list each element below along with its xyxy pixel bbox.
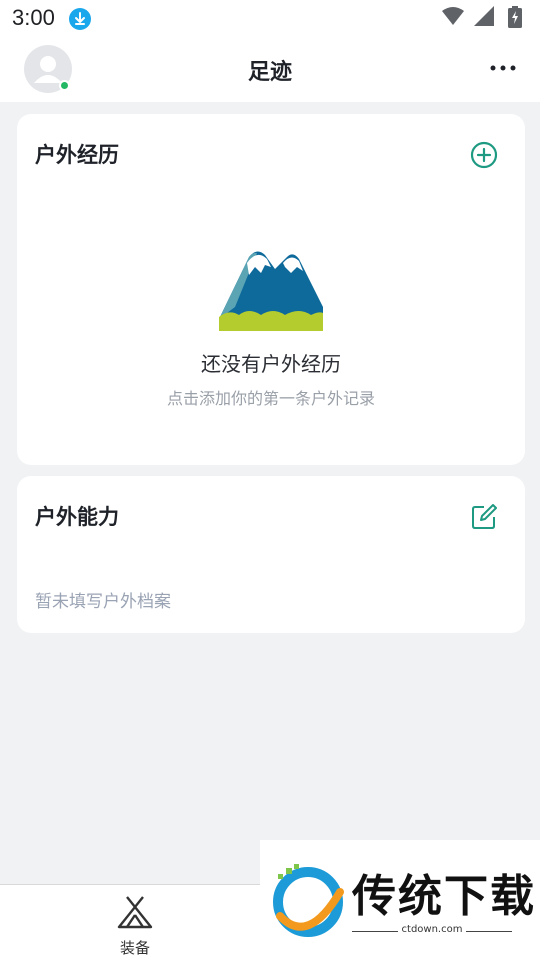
watermark-logo bbox=[273, 864, 344, 937]
ability-card-title: 户外能力 bbox=[35, 505, 119, 529]
app-header: 足迹 bbox=[0, 38, 540, 102]
watermark-divider-right bbox=[466, 931, 512, 932]
nav-item-label: 装备 bbox=[119, 939, 150, 957]
page-title: 足迹 bbox=[247, 60, 292, 85]
watermark-text: 传统下载 bbox=[352, 871, 536, 922]
outdoor-ability-card: 户外能力 暂未填写户外档案 bbox=[17, 476, 525, 633]
signal-icon bbox=[474, 6, 494, 26]
empty-experience-subtitle: 点击添加你的第一条户外记录 bbox=[166, 389, 375, 408]
empty-experience-title: 还没有户外经历 bbox=[201, 352, 341, 376]
add-circle-icon[interactable] bbox=[470, 141, 498, 169]
status-bar: 3:00 bbox=[0, 0, 540, 38]
site-watermark: 传统下载 ctdown.com bbox=[260, 840, 540, 960]
battery-charging-icon bbox=[508, 6, 522, 28]
edit-icon[interactable] bbox=[470, 503, 498, 531]
mountain-illustration bbox=[219, 247, 323, 331]
download-icon bbox=[69, 8, 91, 30]
watermark-url: ctdown.com bbox=[401, 924, 463, 935]
ability-empty-text: 暂未填写户外档案 bbox=[35, 592, 171, 612]
outdoor-experience-card: 户外经历 还没有户外经历 点击添加你的第一条户外记录 bbox=[17, 114, 525, 465]
status-time: 3:00 bbox=[12, 5, 55, 30]
experience-card-title: 户外经历 bbox=[35, 143, 119, 167]
more-dots-icon[interactable] bbox=[488, 58, 518, 78]
nav-item-equipment[interactable]: 装备 bbox=[100, 895, 170, 957]
wifi-icon bbox=[442, 7, 464, 25]
tent-icon bbox=[117, 896, 153, 929]
